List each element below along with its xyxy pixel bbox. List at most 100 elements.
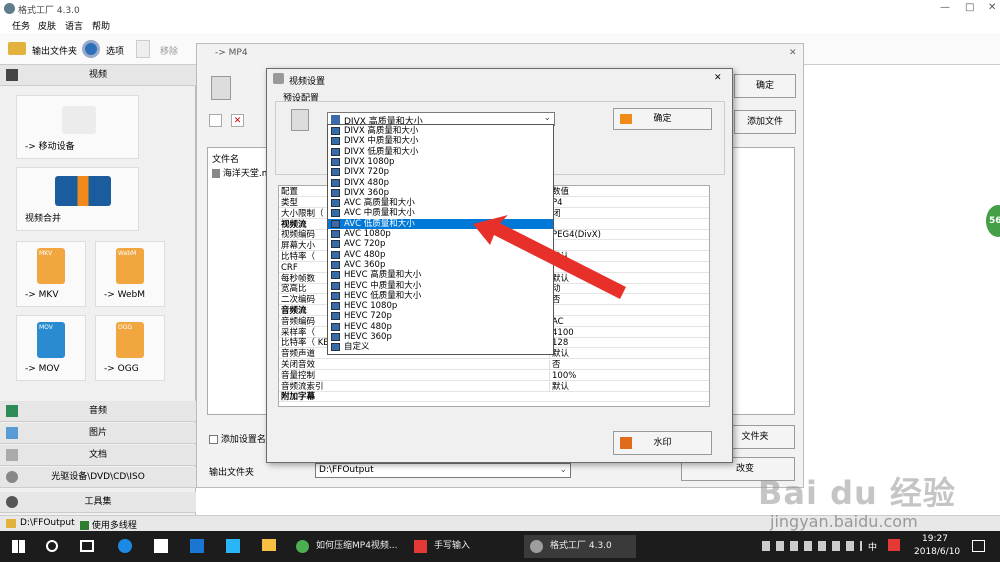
taskbar-item-browser[interactable]: 如何压缩MP4视频... <box>290 535 402 558</box>
tile-ogg[interactable]: OGG -> OGG <box>95 315 165 381</box>
file-item[interactable]: 海洋天堂.m <box>212 166 271 179</box>
add-file-mini-icon[interactable] <box>209 114 222 127</box>
taskbar-item-format-factory[interactable]: 格式工厂 4.3.0 <box>524 535 636 558</box>
dropdown-option[interactable]: HEVC 480p <box>328 322 553 332</box>
preset-icon <box>331 291 340 300</box>
dropdown-option[interactable]: DIVX 720p <box>328 167 553 177</box>
output-path-select[interactable]: D:\FFOutput ⌄ <box>315 463 571 478</box>
explorer-icon[interactable] <box>262 539 276 551</box>
category-video[interactable]: 视频 <box>0 65 196 86</box>
browser-icon <box>296 540 309 553</box>
dropdown-option[interactable]: HEVC 360p <box>328 332 553 342</box>
dropdown-option[interactable]: DIVX 360p <box>328 188 553 198</box>
category-image[interactable]: 图片 <box>0 423 196 444</box>
gear-icon <box>82 40 100 58</box>
dropdown-option[interactable]: DIVX 1080p <box>328 157 553 167</box>
store-icon[interactable] <box>154 539 168 553</box>
film-icon <box>291 109 309 131</box>
windows-start-icon[interactable] <box>12 540 25 553</box>
edge-icon[interactable] <box>118 539 132 553</box>
preset-icon <box>331 230 340 238</box>
menu-bar: 任务 皮肤 语言 帮助 <box>0 17 1000 33</box>
app-icon-2[interactable] <box>226 539 240 553</box>
delete-mini-icon[interactable]: ✕ <box>231 114 244 127</box>
preset-ok-button[interactable]: 确定 <box>613 108 712 130</box>
preset-icon <box>331 322 340 331</box>
grid-row[interactable]: 音频流索引 默认 <box>279 381 709 392</box>
floating-badge[interactable]: 56 <box>986 205 1000 237</box>
minimize-button[interactable]: — <box>940 2 950 13</box>
status-path: D:\FFOutput <box>20 518 75 528</box>
tile-webm[interactable]: WebM -> WebM <box>95 241 165 307</box>
sogou-tray-icon[interactable] <box>888 539 900 551</box>
task-view-icon[interactable] <box>80 540 94 552</box>
webm-file-icon: WebM <box>116 248 144 284</box>
taskbar-item-handwriting[interactable]: 手写输入 <box>408 535 520 558</box>
category-tools[interactable]: 工具集 <box>0 492 196 513</box>
mp4-dialog-close-icon[interactable]: ✕ <box>789 48 797 58</box>
folder-icon <box>8 42 26 55</box>
arrow-right-icon <box>620 114 632 124</box>
music-icon <box>6 405 18 417</box>
disc-icon <box>6 471 18 483</box>
menu-task[interactable]: 任务 <box>12 19 30 32</box>
menu-language[interactable]: 语言 <box>65 19 83 32</box>
watermark-button[interactable]: 水印 <box>613 431 712 455</box>
grid-row[interactable]: 关闭音效否 <box>279 360 709 370</box>
dropdown-option[interactable]: DIVX 中质量和大小 <box>328 136 553 146</box>
format-factory-icon <box>530 540 543 553</box>
grid-row[interactable]: 音量控制 100% <box>279 370 709 381</box>
close-button[interactable]: ✕ <box>988 2 996 13</box>
preset-icon <box>331 127 340 135</box>
tile-mov[interactable]: MOV -> MOV <box>16 315 86 381</box>
preset-icon <box>331 178 340 187</box>
dialog-icon <box>273 73 284 84</box>
dropdown-option[interactable]: 自定义 <box>328 342 553 352</box>
title-bar: 格式工厂 4.3.0 — □ ✕ <box>0 0 1000 17</box>
app-icon-1[interactable] <box>190 539 204 553</box>
add-setting-name-checkbox[interactable]: 添加设置名称 <box>209 432 275 445</box>
dropdown-option[interactable]: DIVX 480p <box>328 178 553 188</box>
notification-icon[interactable] <box>972 540 985 552</box>
mp4-dialog-title: -> MP4 <box>215 48 248 58</box>
ime-indicator[interactable]: 中 <box>868 540 877 553</box>
left-pane: 视频 -> 移动设备 视频合并 MKV -> MKV WebM -> WebM … <box>0 65 196 515</box>
maximize-button[interactable]: □ <box>965 2 974 13</box>
preset-icon <box>331 302 340 311</box>
output-folder-button[interactable]: 输出文件夹 <box>8 39 78 59</box>
preset-icon <box>331 168 340 177</box>
sogou-icon <box>414 540 427 553</box>
dropdown-option[interactable]: DIVX 高质量和大小 <box>328 126 553 136</box>
remove-button[interactable]: 移除 <box>136 39 182 59</box>
tile-mkv[interactable]: MKV -> MKV <box>16 241 86 307</box>
clock-date: 2018/6/10 <box>914 547 961 557</box>
window-title: 格式工厂 4.3.0 <box>18 6 80 16</box>
category-audio[interactable]: 音频 <box>0 401 196 422</box>
file-icon <box>212 169 220 178</box>
chevron-down-icon: ⌄ <box>559 465 567 475</box>
menu-help[interactable]: 帮助 <box>92 19 110 32</box>
tile-merge-video[interactable]: 视频合并 <box>16 167 139 231</box>
category-document[interactable]: 文档 <box>0 445 196 466</box>
image-icon <box>6 427 18 439</box>
options-button[interactable]: 选项 <box>82 39 130 59</box>
add-file-button[interactable]: 添加文件 <box>734 110 796 134</box>
dropdown-option[interactable]: AVC 高质量和大小 <box>328 198 553 208</box>
category-dvd[interactable]: 光驱设备\DVD\CD\ISO <box>0 467 196 488</box>
tile-mobile-device[interactable]: -> 移动设备 <box>16 95 139 159</box>
output-folder-label: 输出文件夹 <box>209 468 255 478</box>
dropdown-option[interactable]: DIVX 低质量和大小 <box>328 147 553 157</box>
dropdown-option[interactable]: HEVC 720p <box>328 311 553 321</box>
mp4-ok-button[interactable]: 确定 <box>734 74 796 98</box>
dialog-close-button[interactable]: ✕ <box>714 73 722 83</box>
preset-icon <box>331 137 340 146</box>
preset-icon <box>331 271 340 280</box>
multithread-checkbox[interactable]: 使用多线程 <box>80 518 137 531</box>
menu-skin[interactable]: 皮肤 <box>38 19 56 32</box>
watermark-icon <box>620 437 632 449</box>
preset-icon <box>331 157 340 166</box>
grid-section-row: 附加字幕 <box>279 392 709 403</box>
cortana-icon[interactable] <box>46 540 58 552</box>
tray-icons <box>762 541 862 551</box>
preset-icon <box>331 209 340 218</box>
